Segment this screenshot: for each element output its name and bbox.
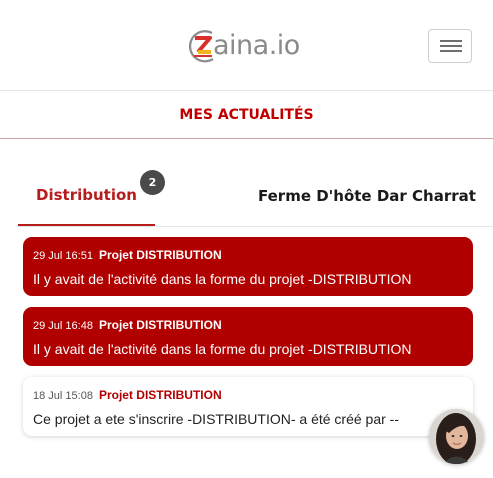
notification-project: Projet DISTRIBUTION bbox=[98, 318, 222, 332]
notification-message: Il y avait de l'activité dans la forme d… bbox=[33, 341, 412, 357]
notification-card[interactable]: 29 Jul 16:51 Projet DISTRIBUTION Il y av… bbox=[23, 237, 473, 296]
notification-message: Ce projet a ete s'inscrire -DISTRIBUTION… bbox=[33, 411, 399, 427]
tabs-divider bbox=[18, 226, 493, 227]
notification-time: 29 Jul 16:51 bbox=[33, 250, 93, 262]
page-title: MES ACTUALITÉS bbox=[179, 107, 314, 123]
notification-time: 18 Jul 15:08 bbox=[33, 390, 93, 402]
notification-time: 29 Jul 16:48 bbox=[33, 320, 93, 332]
person-avatar-icon bbox=[429, 409, 484, 464]
notification-project: Projet DISTRIBUTION bbox=[98, 248, 222, 262]
project-tabs: Distribution 2 Ferme D'hôte Dar Charrat bbox=[18, 165, 493, 227]
top-navbar: aina.io bbox=[0, 0, 493, 91]
notification-card[interactable]: 29 Jul 16:48 Projet DISTRIBUTION Il y av… bbox=[23, 307, 473, 366]
notification-message: Il y avait de l'activité dans la forme d… bbox=[33, 271, 412, 287]
hamburger-icon bbox=[440, 40, 462, 42]
section-header: MES ACTUALITÉS bbox=[0, 92, 493, 139]
tab-distribution[interactable]: Distribution bbox=[18, 165, 155, 226]
notification-card[interactable]: 18 Jul 15:08 Projet DISTRIBUTION Ce proj… bbox=[23, 377, 473, 436]
tab-ferme-dhote-dar-charrat[interactable]: Ferme D'hôte Dar Charrat bbox=[258, 165, 478, 226]
menu-toggle-button[interactable] bbox=[428, 29, 472, 63]
tab-label: Ferme D'hôte Dar Charrat bbox=[258, 186, 476, 205]
logo-text: aina.io bbox=[213, 29, 300, 61]
chat-avatar[interactable] bbox=[429, 409, 484, 464]
notification-project: Projet DISTRIBUTION bbox=[98, 388, 222, 402]
zaina-logo[interactable]: aina.io bbox=[186, 24, 316, 68]
tab-label: Distribution bbox=[36, 185, 137, 204]
notification-count-badge: 2 bbox=[140, 170, 165, 195]
